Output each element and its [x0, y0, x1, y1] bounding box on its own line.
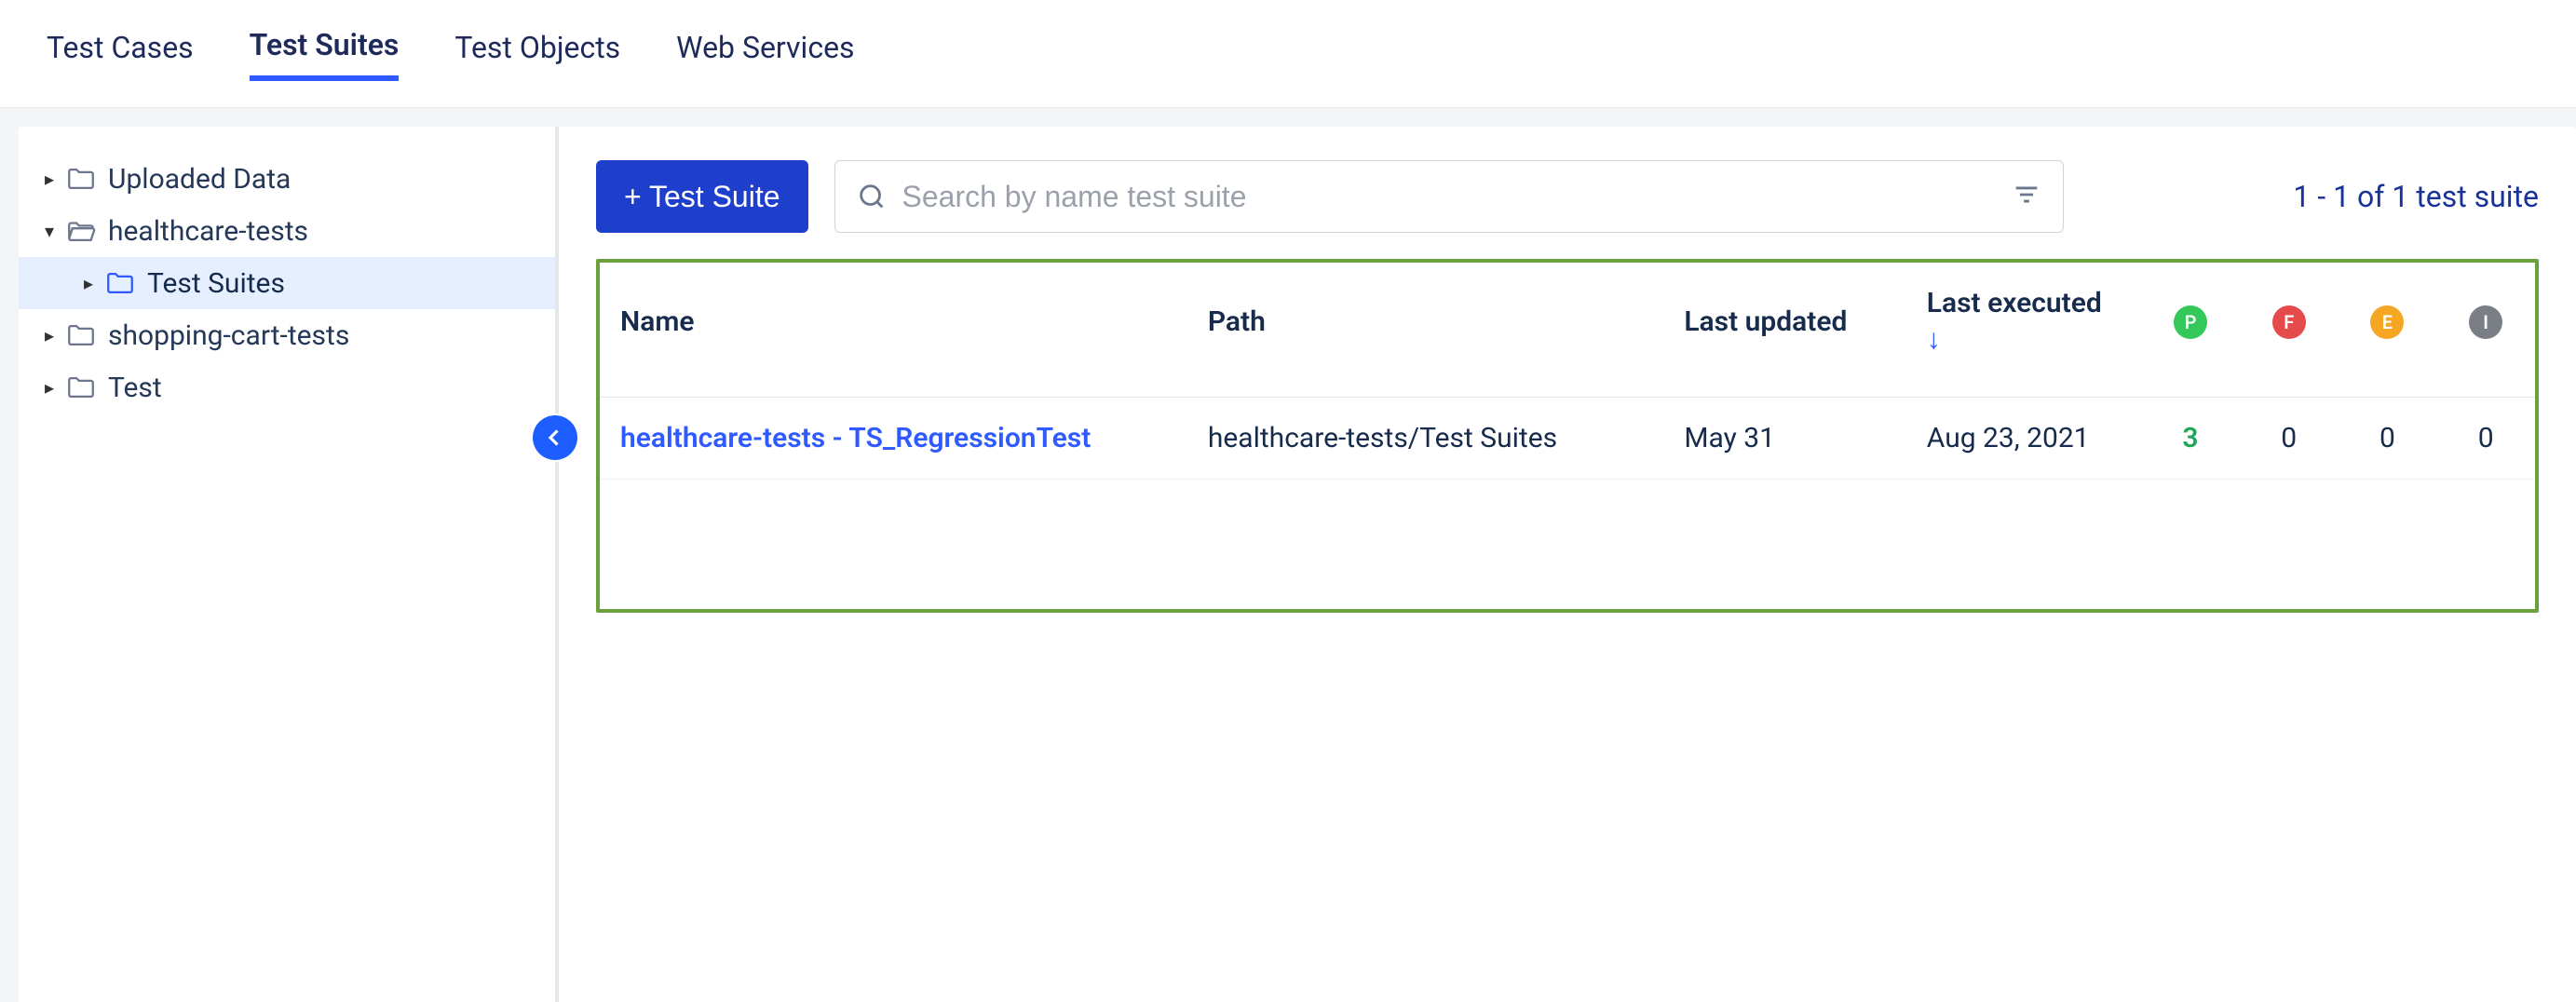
- col-name-label: Name: [620, 305, 695, 338]
- col-path-label: Path: [1208, 305, 1266, 338]
- add-test-suite-button[interactable]: + Test Suite: [596, 160, 808, 233]
- passed-badge-icon: P: [2174, 305, 2207, 339]
- col-error[interactable]: E: [2339, 263, 2437, 398]
- col-incomplete[interactable]: I: [2436, 263, 2535, 398]
- caret-right-icon: ▸: [73, 272, 104, 294]
- tree-item-label: Test: [108, 372, 162, 404]
- caret-right-icon: ▸: [34, 168, 65, 190]
- page-body: ▸ Uploaded Data ▾ healthcare-tests ▸ Tes…: [0, 108, 2576, 1002]
- pagination-summary: 1 - 1 of 1 test suite: [2293, 179, 2539, 214]
- tab-test-cases[interactable]: Test Cases: [47, 30, 194, 78]
- col-name[interactable]: Name: [600, 263, 1187, 398]
- caret-right-icon: ▸: [34, 324, 65, 346]
- tree-item-healthcare-tests[interactable]: ▾ healthcare-tests: [19, 205, 555, 257]
- cell-updated: May 31: [1663, 398, 1905, 480]
- table-row[interactable]: healthcare-tests - TS_RegressionTest hea…: [600, 398, 2535, 480]
- cell-error: 0: [2339, 398, 2437, 480]
- tree-item-label: Uploaded Data: [108, 163, 291, 196]
- suite-name-link[interactable]: healthcare-tests - TS_RegressionTest: [620, 422, 1091, 454]
- tree-item-test-suites[interactable]: ▸ Test Suites: [19, 257, 555, 309]
- caret-down-icon: ▾: [34, 220, 65, 242]
- tree-item-label: healthcare-tests: [108, 215, 308, 248]
- cell-executed: Aug 23, 2021: [1906, 398, 2141, 480]
- tab-test-suites[interactable]: Test Suites: [250, 27, 400, 81]
- folder-tree: ▸ Uploaded Data ▾ healthcare-tests ▸ Tes…: [19, 149, 555, 413]
- failed-badge-icon: F: [2272, 305, 2306, 339]
- test-suite-table: Name Path Last updated Last executed ↓ P…: [596, 259, 2539, 613]
- tree-item-shopping-cart-tests[interactable]: ▸ shopping-cart-tests: [19, 309, 555, 361]
- folder-icon: [65, 163, 102, 195]
- collapse-sidebar-button[interactable]: [533, 415, 577, 460]
- sort-desc-icon: ↓: [1927, 323, 2121, 356]
- cell-failed: 0: [2240, 398, 2339, 480]
- caret-right-icon: ▸: [34, 376, 65, 399]
- col-path[interactable]: Path: [1187, 263, 1664, 398]
- chevron-left-icon: [541, 424, 569, 452]
- tree-item-label: shopping-cart-tests: [108, 319, 349, 352]
- col-failed[interactable]: F: [2240, 263, 2339, 398]
- col-executed[interactable]: Last executed ↓: [1906, 263, 2141, 398]
- toolbar: + Test Suite 1 - 1 of 1 test suite: [596, 160, 2539, 233]
- col-passed[interactable]: P: [2141, 263, 2240, 398]
- col-executed-label: Last executed: [1927, 287, 2102, 319]
- folder-icon: [65, 372, 102, 403]
- col-updated-label: Last updated: [1684, 305, 1847, 338]
- sidebar: ▸ Uploaded Data ▾ healthcare-tests ▸ Tes…: [19, 127, 559, 1002]
- search-box: [834, 160, 2064, 233]
- search-icon: [856, 181, 888, 212]
- tab-web-services[interactable]: Web Services: [676, 30, 854, 78]
- folder-icon: [65, 319, 102, 351]
- filter-icon[interactable]: [2011, 179, 2042, 214]
- tree-item-test[interactable]: ▸ Test: [19, 361, 555, 413]
- cell-path: healthcare-tests/Test Suites: [1187, 398, 1664, 480]
- main-panel: + Test Suite 1 - 1 of 1 test suite Name …: [559, 127, 2576, 1002]
- error-badge-icon: E: [2370, 305, 2404, 339]
- col-updated[interactable]: Last updated: [1663, 263, 1905, 398]
- search-input[interactable]: [902, 180, 1996, 214]
- folder-icon: [104, 267, 142, 299]
- folder-open-icon: [65, 215, 102, 247]
- tabs-bar: Test Cases Test Suites Test Objects Web …: [0, 0, 2576, 108]
- tab-test-objects[interactable]: Test Objects: [454, 30, 620, 78]
- incomplete-badge-icon: I: [2469, 305, 2502, 339]
- tree-item-label: Test Suites: [147, 267, 285, 300]
- tree-item-uploaded-data[interactable]: ▸ Uploaded Data: [19, 153, 555, 205]
- cell-passed: 3: [2182, 422, 2198, 454]
- cell-incomplete: 0: [2436, 398, 2535, 480]
